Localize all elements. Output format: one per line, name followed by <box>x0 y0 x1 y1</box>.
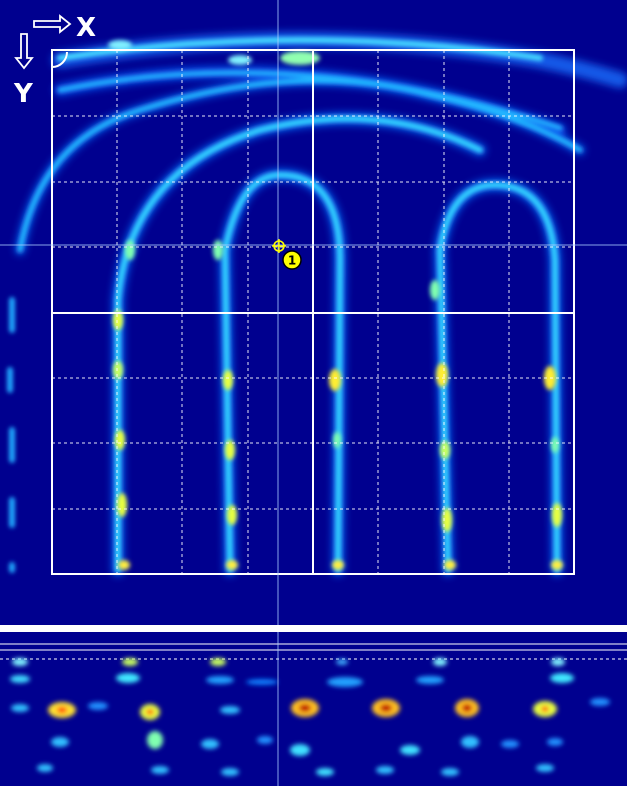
pane-separator[interactable] <box>0 625 627 632</box>
x-axis-label: X <box>76 13 96 43</box>
cscan-canvas[interactable]: X Y 1 <box>0 0 627 625</box>
bscan-view[interactable] <box>0 632 627 786</box>
marker-label: 1 <box>288 254 296 268</box>
bscan-canvas[interactable] <box>0 632 627 786</box>
y-axis-label: Y <box>13 79 34 109</box>
ultrasound-viewer: X Y 1 <box>0 0 627 786</box>
cscan-view[interactable]: X Y 1 <box>0 0 627 625</box>
